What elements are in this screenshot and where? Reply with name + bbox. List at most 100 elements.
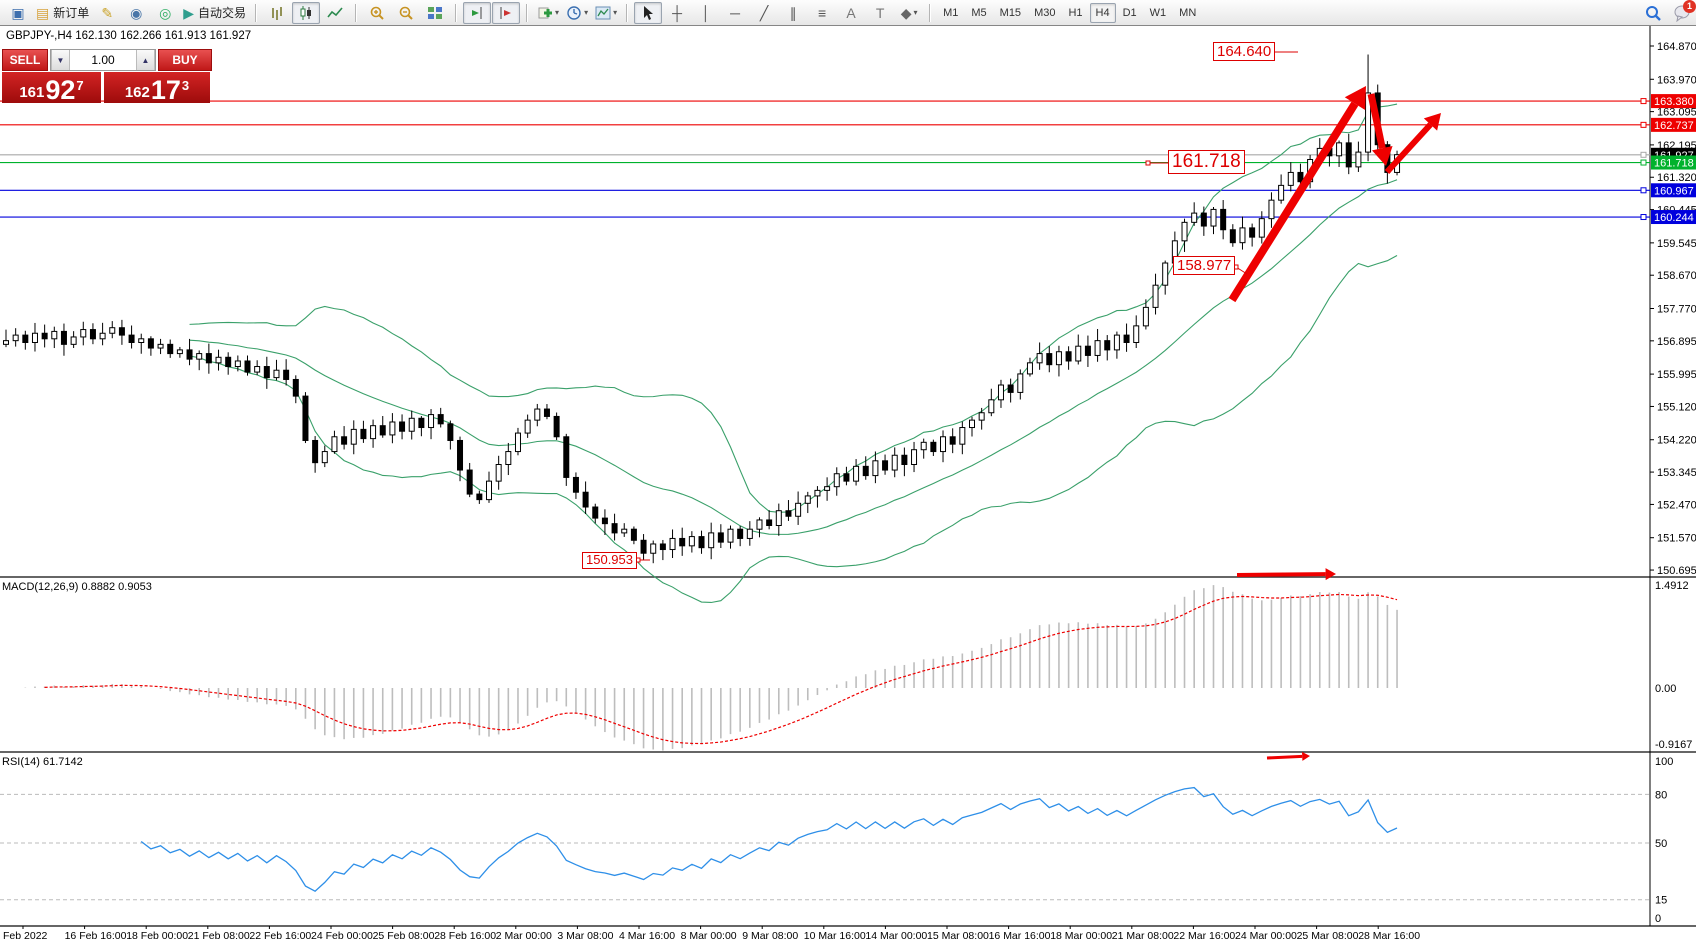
candle-body [998,385,1003,400]
price-annotation[interactable]: 164.640 [1213,42,1275,61]
candle-body [168,344,173,353]
macd-scale-label: 1.4912 [1655,580,1689,592]
time-tick-label: 4 Mar 16:00 [619,930,675,942]
candle-body [1066,352,1071,361]
ask-price[interactable]: 162 17 3 [104,72,210,103]
candle-body [342,437,347,444]
candle-body [786,511,791,517]
candle-body [32,333,37,342]
candle-body [970,420,975,427]
candle-body [1356,152,1361,167]
candle-body [255,367,260,373]
candle-body [1288,172,1293,185]
candle-body [873,461,878,476]
candle-body [960,428,965,445]
axis-tick-label: 151.570 [1657,533,1696,545]
axis-tick-label: 154.220 [1657,435,1696,447]
candle-body [612,524,617,533]
time-tick-label: 9 Mar 08:00 [742,930,798,942]
candle-body [23,335,28,342]
candle-body [844,474,849,481]
axis-price-badge-label: 162.737 [1654,120,1694,132]
time-tick-label: 24 Mar 00:00 [1235,930,1297,942]
time-tick-label: 25 Mar 08:00 [1297,930,1359,942]
candle-body [583,492,588,507]
volume-input[interactable]: 1.00 [70,50,136,70]
annotation-handle [1146,161,1150,165]
candle-body [52,331,57,338]
candle-body [313,440,318,462]
time-tick-label: 28 Feb 16:00 [434,930,496,942]
candle-body [197,354,202,360]
bid-price[interactable]: 161 92 7 [2,72,101,103]
candle-body [593,507,598,518]
candle-body [1143,307,1148,325]
bid-pip-digit: 7 [76,79,83,92]
candle-body [854,466,859,481]
candle-body [1124,335,1129,342]
axis-tick-label: 158.670 [1657,270,1696,282]
candle-body [728,529,733,542]
candle-body [544,409,549,416]
volume-increase-button[interactable]: ▲ [136,50,155,70]
candle-body [931,442,936,451]
candle-body [622,529,627,533]
candle-body [883,461,888,470]
candle-body [1008,385,1013,392]
axis-price-badge-label: 161.718 [1654,158,1694,170]
candle-body [235,361,240,367]
axis-tick-label: 152.470 [1657,499,1696,511]
volume-stepper: ▼ 1.00 ▲ [50,49,156,71]
price-annotation[interactable]: 161.718 [1168,150,1245,174]
candle-body [129,335,134,342]
time-tick-label: 15 Mar 08:00 [927,930,989,942]
time-tick-label: 16 Feb 16:00 [65,930,127,942]
price-annotation[interactable]: 150.953 [582,552,637,569]
ask-small-digits: 162 [125,85,150,100]
chart-canvas[interactable]: 164.870163.970163.095162.195161.320160.4… [0,0,1696,943]
trend-arrow[interactable] [1267,756,1302,758]
trend-arrow[interactable] [1237,574,1326,575]
buy-button[interactable]: BUY [158,49,212,71]
volume-decrease-button[interactable]: ▼ [51,50,70,70]
candle-body [139,339,144,343]
candle-body [680,538,685,545]
candle-body [100,333,105,339]
candle-body [380,426,385,435]
macd-scale-label: -0.9167 [1655,739,1692,751]
price-annotation[interactable]: 158.977 [1173,256,1235,275]
sell-button[interactable]: SELL [2,49,48,71]
candle-body [177,350,182,354]
candle-body [573,477,578,492]
time-tick-label: 24 Feb 00:00 [311,930,373,942]
time-tick-label: 25 Feb 08:00 [373,930,435,942]
hline-handle [1641,99,1646,104]
rsi-level-label: 50 [1655,838,1667,850]
candle-body [515,433,520,451]
axis-price-badge-label: 160.967 [1654,185,1694,197]
candle-body [42,333,47,339]
candle-body [902,455,907,464]
time-tick-label: 8 Mar 00:00 [681,930,737,942]
time-tick-label: 2 Mar 00:00 [496,930,552,942]
candle-body [71,337,76,344]
time-tick-label: 21 Mar 08:00 [1112,930,1174,942]
candle-body [1201,213,1206,226]
candle-body [660,544,665,550]
candle-body [1298,172,1303,181]
macd-scale-label: 0.00 [1655,683,1676,695]
candle-body [776,511,781,526]
candle-body [361,429,366,438]
candle-body [535,409,540,420]
bid-small-digits: 161 [19,85,44,100]
candle-body [13,335,18,341]
time-tick-label: 10 Mar 16:00 [804,930,866,942]
axis-price-badge-label: 160.244 [1654,212,1694,224]
candle-body [912,450,917,465]
candle-body [1192,213,1197,222]
time-tick-label: 3 Mar 08:00 [557,930,613,942]
candle-body [767,520,772,526]
candle-body [458,440,463,470]
time-tick-label: 18 Feb 00:00 [126,930,188,942]
candle-body [332,437,337,452]
